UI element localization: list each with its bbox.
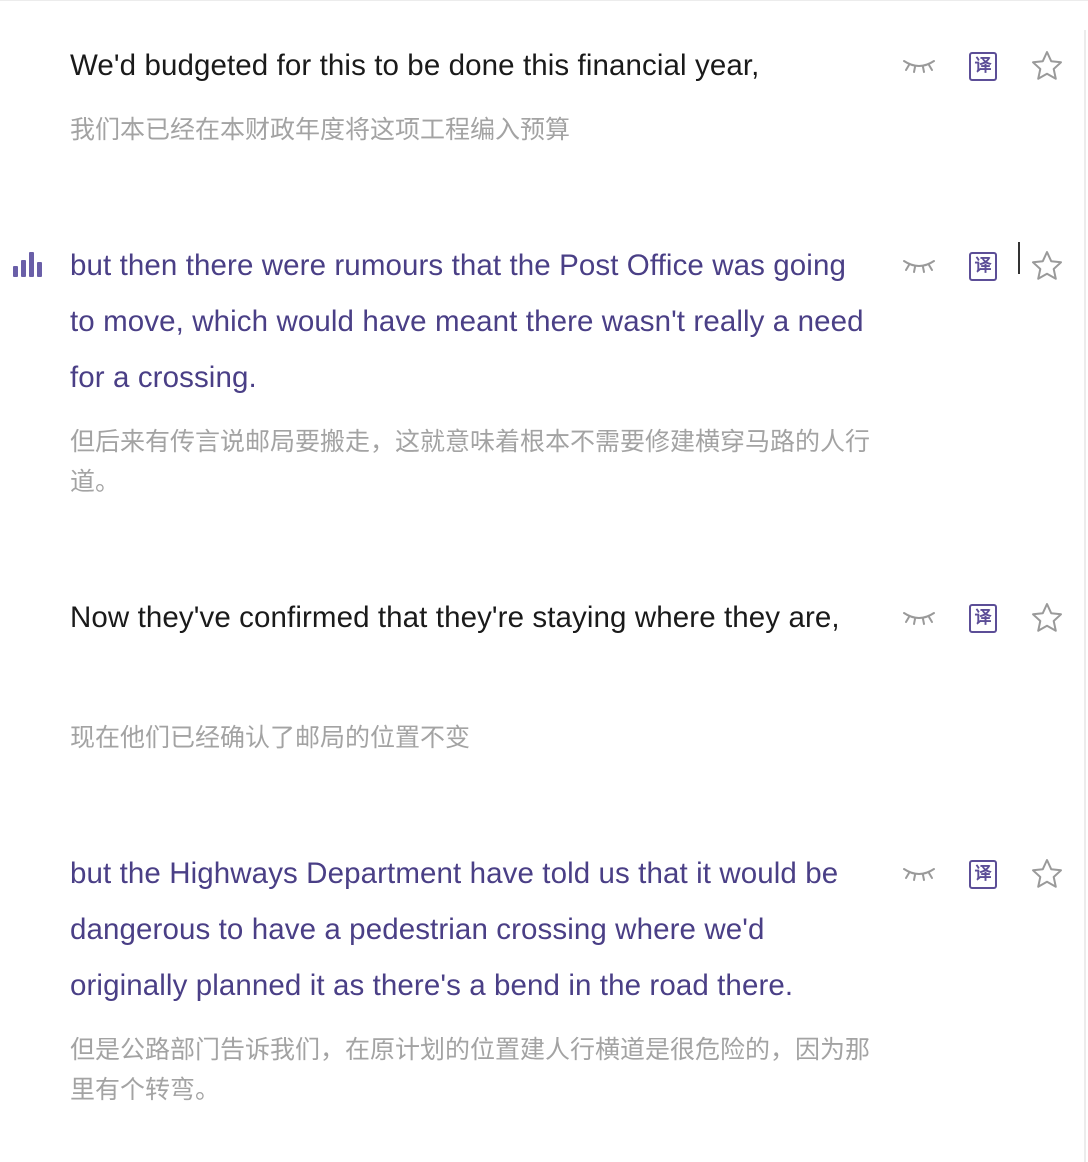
translate-icon: 译 — [969, 603, 997, 633]
sentence-translation: 我们本已经在本财政年度将这项工程编入预算 — [70, 115, 571, 144]
sentence-translation: 现在他们已经确认了邮局的位置不变 — [70, 723, 471, 752]
favorite-button[interactable] — [1028, 599, 1066, 637]
translate-icon: 译 — [969, 251, 997, 281]
hide-sentence-button[interactable] — [900, 254, 938, 278]
favorite-button[interactable] — [1028, 855, 1066, 893]
translate-button[interactable]: 译 — [966, 601, 1000, 635]
translate-button[interactable]: 译 — [966, 857, 1000, 891]
sentence-english[interactable]: but then there were rumours that the Pos… — [70, 238, 870, 406]
translate-icon: 译 — [969, 859, 997, 889]
top-divider — [0, 0, 1088, 1]
hide-sentence-button[interactable] — [900, 862, 938, 886]
closed-eye-icon — [903, 260, 935, 273]
star-icon — [1032, 251, 1062, 280]
favorite-button[interactable] — [1028, 247, 1066, 285]
text-cursor — [1018, 242, 1020, 274]
sentence-translation: 但是公路部门告诉我们，在原计划的位置建人行横道是很危险的，因为那里有个转弯。 — [70, 1035, 871, 1104]
translate-button[interactable]: 译 — [966, 249, 1000, 283]
sentence-translation: 但后来有传言说邮局要搬走，这就意味着根本不需要修建横穿马路的人行道。 — [70, 427, 871, 496]
hide-sentence-button[interactable] — [900, 606, 938, 630]
scrollbar-track[interactable] — [1084, 30, 1086, 1162]
hide-sentence-button[interactable] — [900, 54, 938, 78]
sentence-english[interactable]: We'd budgeted for this to be done this f… — [70, 38, 870, 94]
sentence-english[interactable]: Now they've confirmed that they're stayi… — [70, 590, 870, 646]
closed-eye-icon — [903, 868, 935, 881]
translate-button[interactable]: 译 — [966, 49, 1000, 83]
favorite-button[interactable] — [1028, 47, 1066, 85]
star-icon — [1032, 51, 1062, 80]
translate-icon: 译 — [969, 51, 997, 81]
star-icon — [1032, 603, 1062, 632]
star-icon — [1032, 859, 1062, 888]
audio-bars-icon — [13, 252, 42, 277]
sentence-english[interactable]: but the Highways Department have told us… — [70, 846, 870, 1014]
closed-eye-icon — [903, 612, 935, 625]
closed-eye-icon — [903, 60, 935, 73]
